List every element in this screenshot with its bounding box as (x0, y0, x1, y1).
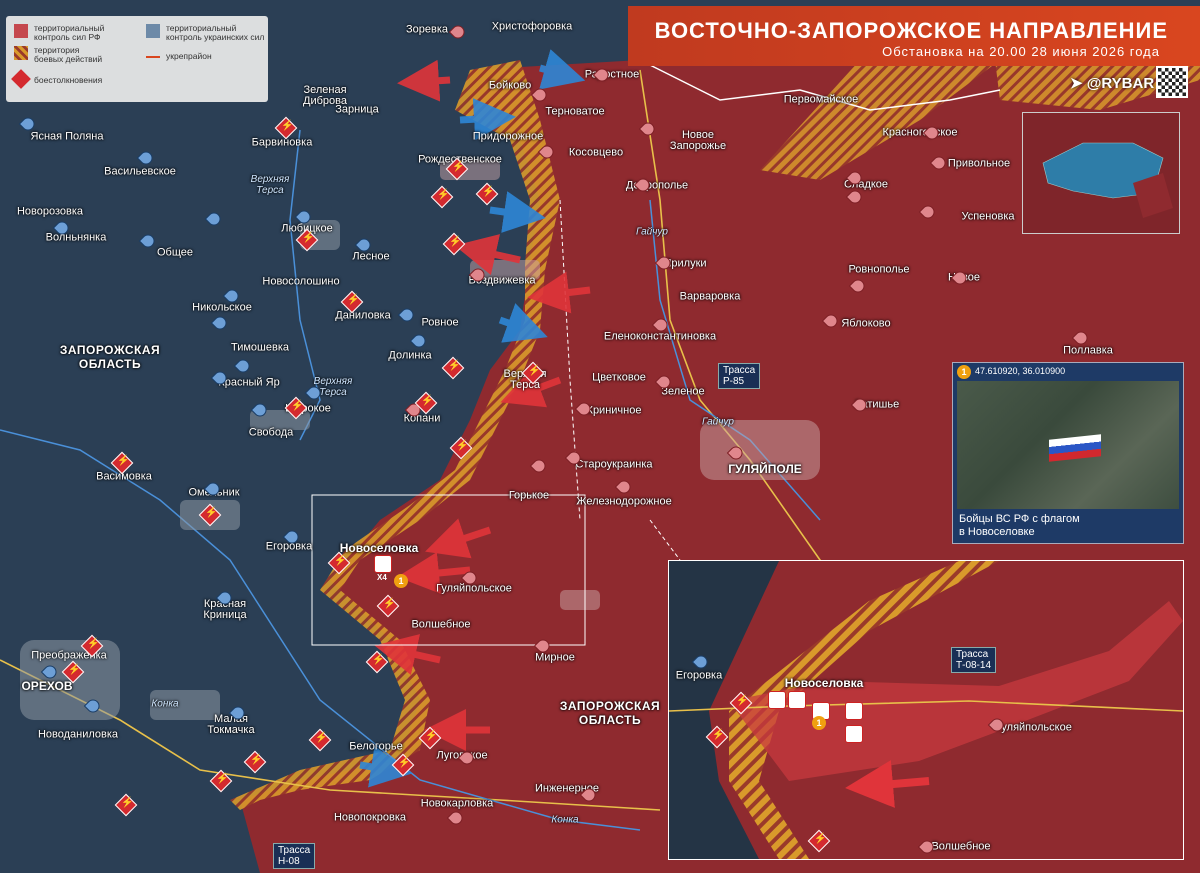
zoom-place: Волшебное (931, 840, 991, 853)
ru-control-swatch (14, 24, 28, 38)
legend-clashes: боестолкновения (34, 75, 103, 85)
zoom-inset: Егоровка Новоселовка Гуляйпольское Волше… (668, 560, 1184, 860)
place-label: Привольное (947, 157, 1011, 170)
place-label: Долинка (388, 349, 432, 362)
place-label: Даниловка (335, 309, 391, 322)
place-label: Красный Яр (218, 376, 280, 389)
place-label: Бойково (488, 79, 532, 92)
photo-panel: 1 47.610920, 36.010900 Бойцы ВС РФ с фла… (952, 362, 1184, 544)
place-label: ГУЛЯЙПОЛЕ (728, 462, 802, 476)
place-label: Барвиновка (251, 136, 313, 149)
road-tag: Трасса Н-08 (273, 843, 316, 869)
place-label: Придорожное (472, 130, 544, 143)
legend-ru-control: территориальный контроль сил РФ (34, 23, 105, 43)
river-label: Конка (151, 698, 179, 710)
place-label: Лесное (352, 250, 390, 263)
assault-icon (768, 691, 786, 709)
zoom-place: Гуляйпольское (996, 721, 1072, 734)
telegram-icon: ➤ (1070, 75, 1083, 92)
place-label: Зарница (335, 103, 379, 116)
place-label: Железнодорожное (576, 495, 672, 508)
combat-swatch (14, 46, 28, 60)
legend-ua-control: территориальный контроль украинских сил (166, 23, 265, 43)
fortline-swatch (146, 56, 160, 58)
photo-marker: 1 (957, 365, 971, 379)
place-label: Новорозовка (16, 205, 84, 218)
place-label: Терноватое (545, 105, 605, 118)
legend-combat: территория боевых действий (34, 45, 103, 65)
assault-icon (845, 725, 863, 743)
place-label: Новоданиловка (37, 728, 119, 741)
place-label: Ровное (421, 316, 459, 329)
place-label: Тимошевка (230, 341, 290, 354)
place-label: Новое Запорожье (669, 129, 727, 152)
photo-caption: Бойцы ВС РФ с флагом в Новоселовке (959, 513, 1080, 538)
place-label: Волньнянка (45, 231, 107, 244)
place-label: Варваровка (679, 290, 741, 303)
place-label: Белогорье (349, 740, 403, 753)
place-label: Новопокровка (333, 811, 407, 824)
place-label: Горькое (508, 489, 550, 502)
zoom-place: Новоселовка (784, 676, 864, 690)
qr-code-icon (1156, 66, 1188, 98)
place-label: Гуляйпольское (436, 582, 512, 595)
photo-image (957, 381, 1179, 509)
place-label: Криничное (586, 404, 642, 417)
flag-icon (1049, 434, 1101, 462)
place-label: Косовцево (568, 146, 624, 159)
title-banner: ВОСТОЧНО-ЗАПОРОЖСКОЕ НАПРАВЛЕНИЕ Обстано… (628, 6, 1200, 66)
map-canvas: ВОСТОЧНО-ЗАПОРОЖСКОЕ НАПРАВЛЕНИЕ Обстано… (0, 0, 1200, 873)
assault-icon (845, 702, 863, 720)
overview-inset-map (1022, 112, 1180, 234)
river-label: Конка (551, 814, 579, 826)
place-label: Волшебное (411, 618, 471, 631)
photo-link-marker: 1 (812, 716, 826, 730)
place-label: Васильевское (104, 165, 176, 178)
river-label: Гайчур (702, 416, 734, 428)
place-label: Ровнополье (848, 263, 910, 276)
place-label: Зеленое (661, 385, 705, 398)
place-label: ОРЕХОВ (21, 679, 73, 693)
ua-control-swatch (146, 24, 160, 38)
road-tag: Трасса Т-08-14 (951, 647, 997, 673)
place-label: Поллавка (1063, 344, 1113, 357)
photo-coords: 47.610920, 36.010900 (975, 366, 1066, 376)
region-label: ЗАПОРОЖСКАЯ ОБЛАСТЬ (59, 343, 161, 371)
brand-label: ➤ @RYBAR (1070, 75, 1155, 92)
place-label: Красногорское (882, 126, 958, 139)
place-label: Новокарловка (420, 797, 494, 810)
place-label: Староукраинка (575, 458, 653, 471)
river-label: Верхняя Терса (250, 174, 290, 196)
place-label: Первомайское (783, 93, 859, 106)
map-subtitle: Обстановка на 20.00 28 июня 2026 года (882, 44, 1160, 59)
place-label: Никольское (192, 301, 252, 314)
road-tag: Трасса Р-85 (718, 363, 761, 389)
place-label: Христофоровка (491, 20, 573, 33)
assault-icon (788, 691, 806, 709)
zoom-place: Егоровка (675, 669, 723, 682)
place-label: Васимовка (96, 470, 152, 483)
place-label: Яблоково (841, 317, 891, 330)
map-title: ВОСТОЧНО-ЗАПОРОЖСКОЕ НАПРАВЛЕНИЕ (654, 18, 1168, 43)
region-label: ЗАПОРОЖСКАЯ ОБЛАСТЬ (559, 699, 661, 727)
place-label: Еленоконстантиновка (603, 330, 717, 343)
place-label: Мирное (535, 651, 575, 664)
legend: территориальный контроль сил РФ территор… (6, 16, 268, 102)
place-label: Новосолошино (262, 275, 340, 288)
place-label: Цветковое (592, 371, 646, 384)
clash-icon (11, 69, 31, 89)
place-label: Новоселовка (339, 541, 419, 555)
place-label: Малая Токмачка (207, 713, 255, 736)
assault-count: X4 (377, 573, 387, 582)
place-label: Общее (156, 246, 194, 259)
place-label: Свобода (248, 426, 294, 439)
place-label: Зоревка (405, 23, 449, 36)
place-label: Успеновка (961, 210, 1015, 223)
assault-icon (374, 555, 392, 573)
legend-fortline: укрепрайон (166, 51, 212, 61)
river-label: Гайчур (636, 226, 668, 238)
place-label: Ясная Поляна (30, 130, 104, 143)
photo-link-marker: 1 (394, 574, 408, 588)
